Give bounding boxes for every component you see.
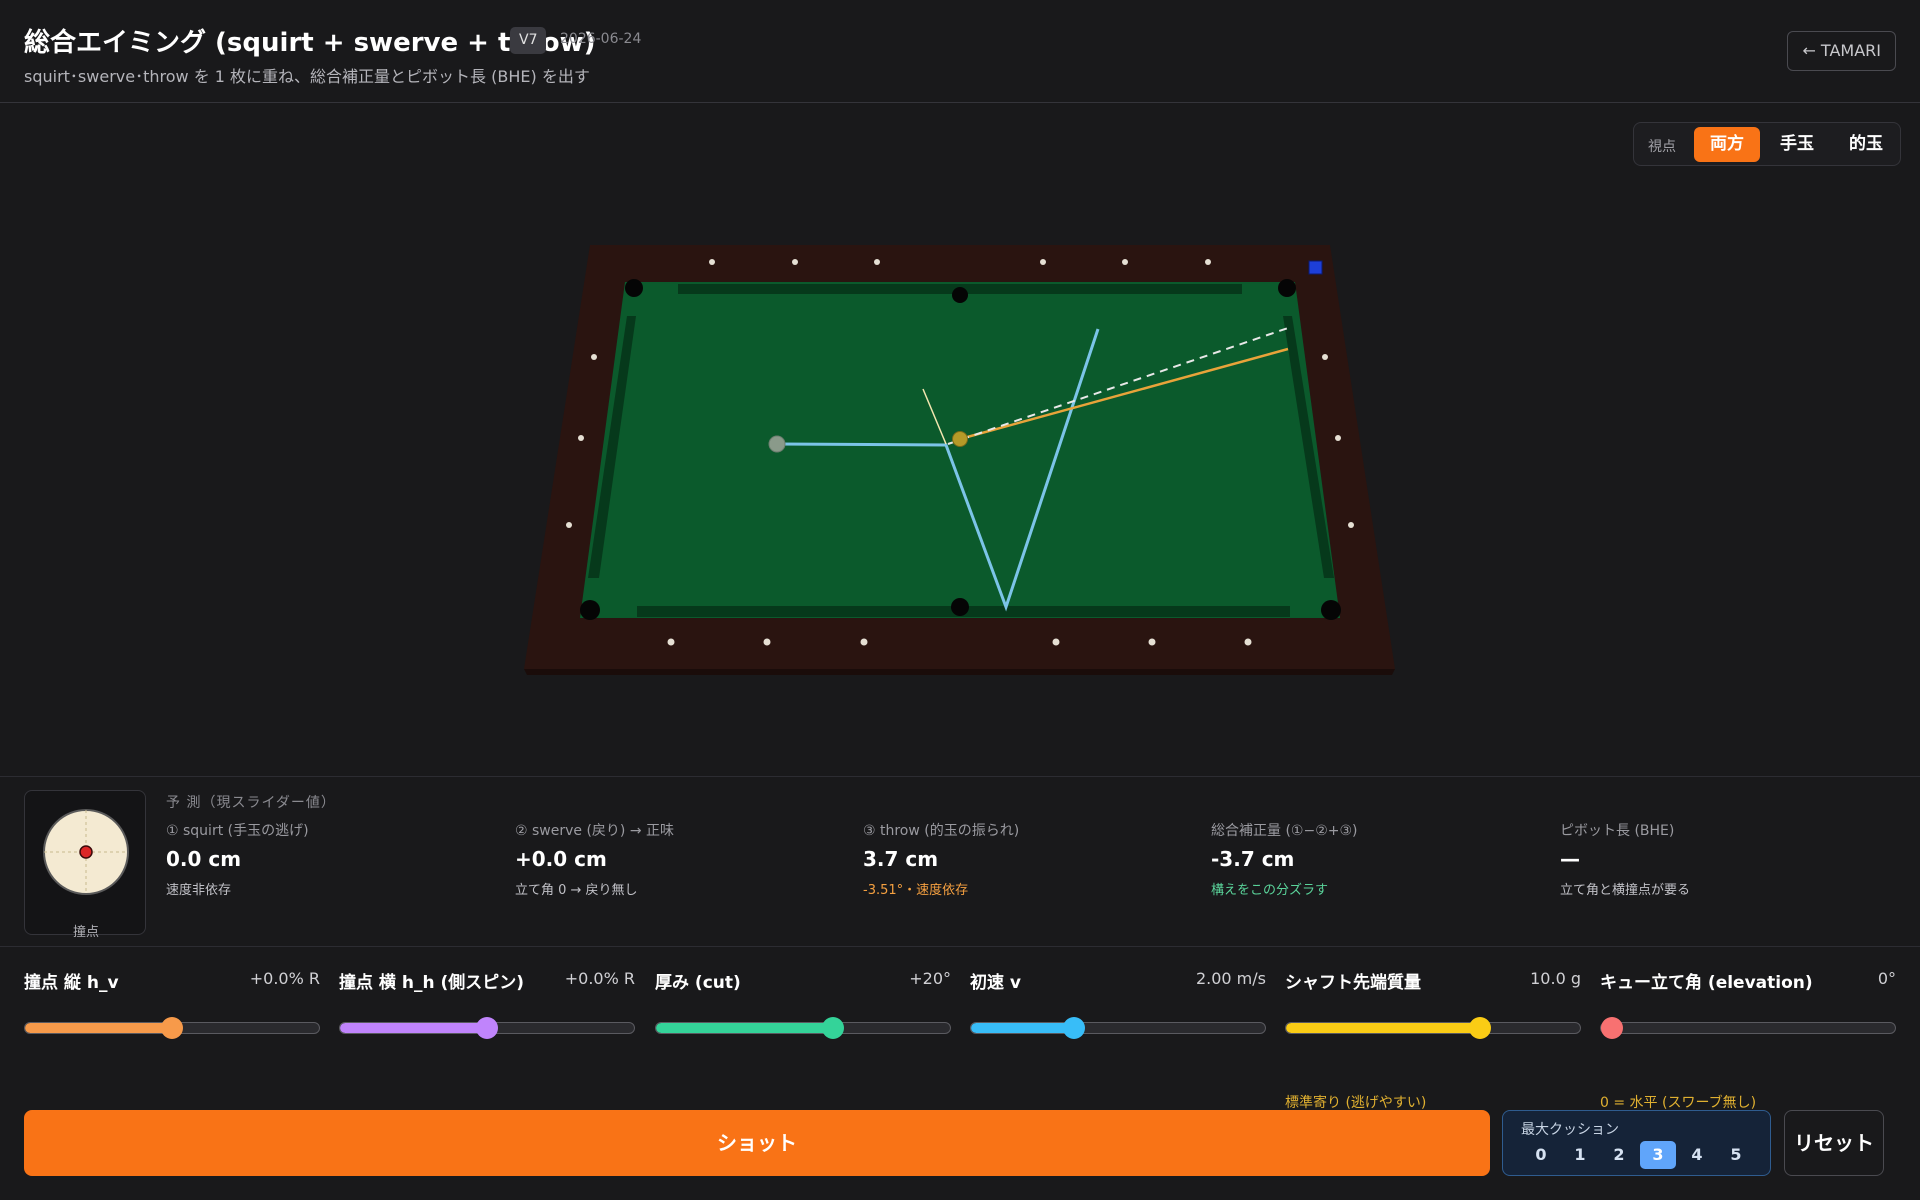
pocket-bottom-middle xyxy=(951,598,969,616)
metric-label: ③ throw (的玉の振られ) xyxy=(863,823,1020,839)
view-option-object-ball[interactable]: 的玉 xyxy=(1833,127,1899,162)
table-scene[interactable]: 視点 両方 手玉 的玉 xyxy=(0,104,1920,776)
target-pocket-marker xyxy=(1308,260,1323,275)
slider-value: +20° xyxy=(909,969,951,988)
slider-hint: 0 = 水平 (スワーブ無し) xyxy=(1600,1095,1757,1111)
slider-fill xyxy=(340,1023,488,1033)
viewpoint-label: 視点 xyxy=(1648,139,1676,155)
pool-table-canvas[interactable] xyxy=(0,104,1920,776)
metric-note: -3.51°・速度依存 xyxy=(863,883,969,898)
slider-thumb[interactable] xyxy=(1063,1017,1085,1039)
metric-note: 速度非依存 xyxy=(166,883,232,898)
cushion-option-3[interactable]: 3 xyxy=(1640,1141,1676,1169)
prediction-panel: 撞点 予 測（現スライダー値） ① squirt (手玉の逃げ) 0.0 cm … xyxy=(0,776,1920,947)
slider-name: キュー立て角 (elevation) xyxy=(1600,973,1813,993)
metric-note: 立て角と横撞点が要る xyxy=(1560,883,1691,898)
slider-name: 撞点 横 h_h (側スピン) xyxy=(339,973,524,993)
contact-point-dot xyxy=(79,845,93,859)
view-option-cue-ball[interactable]: 手玉 xyxy=(1764,127,1830,162)
slider-name: シャフト先端質量 xyxy=(1285,973,1421,993)
slider-value: 0° xyxy=(1877,969,1896,988)
slider-track[interactable] xyxy=(1285,1022,1581,1034)
slider-value: 2.00 m/s xyxy=(1195,969,1266,988)
cue-ball xyxy=(768,435,786,453)
contact-point-diagram[interactable] xyxy=(25,791,147,911)
pocket-top-left xyxy=(625,279,643,297)
cushion-option-5[interactable]: 5 xyxy=(1718,1141,1754,1169)
cushion-option-1[interactable]: 1 xyxy=(1562,1141,1598,1169)
slider-cue-elevation[interactable]: キュー立て角 (elevation) 0° 0 = 水平 (スワーブ無し) xyxy=(1600,968,1896,1111)
metric-label: ① squirt (手玉の逃げ) xyxy=(166,823,309,839)
slider-track[interactable] xyxy=(1600,1022,1896,1034)
pocket-bottom-right xyxy=(1321,600,1341,620)
back-button[interactable]: ← TAMARI xyxy=(1787,31,1896,71)
slider-fill xyxy=(1286,1023,1481,1033)
cushion-option-4[interactable]: 4 xyxy=(1679,1141,1715,1169)
contact-point-card[interactable]: 撞点 xyxy=(24,790,147,940)
slider-thumb[interactable] xyxy=(476,1017,498,1039)
object-ball xyxy=(952,431,968,447)
metric-swerve: ② swerve (戻り) → 正味 +0.0 cm 立て角 0 → 戻り無し xyxy=(515,820,855,898)
metric-label: ピボット長 (BHE) xyxy=(1560,823,1675,839)
metric-label: 総合補正量 (①−②+③) xyxy=(1211,823,1358,839)
metric-throw: ③ throw (的玉の振られ) 3.7 cm -3.51°・速度依存 xyxy=(863,820,1203,898)
pocket-bottom-left xyxy=(580,600,600,620)
slider-name: 厚み (cut) xyxy=(655,973,741,993)
contact-point-caption: 撞点 xyxy=(72,925,99,940)
page-date: 2026-06-24 xyxy=(560,31,642,47)
page-subtitle: squirt･swerve･throw を 1 枚に重ね、総合補正量とピボット長… xyxy=(24,67,590,86)
cushion-option-2[interactable]: 2 xyxy=(1601,1141,1637,1169)
metric-note: 立て角 0 → 戻り無し xyxy=(515,883,638,898)
metric-squirt: ① squirt (手玉の逃げ) 0.0 cm 速度非依存 xyxy=(166,820,506,898)
table-rail-shade xyxy=(524,669,1395,675)
slider-value: +0.0% R xyxy=(249,969,320,988)
max-cushion-label: 最大クッション xyxy=(1521,1122,1619,1138)
metric-value: 3.7 cm xyxy=(863,847,939,871)
slider-thumb[interactable] xyxy=(1469,1017,1491,1039)
viewpoint-switcher: 視点 両方 手玉 的玉 xyxy=(1633,122,1901,166)
metric-total-correction: 総合補正量 (①−②+③) -3.7 cm 構えをこの分ズラす xyxy=(1211,820,1551,898)
view-option-both[interactable]: 両方 xyxy=(1694,127,1760,162)
cushion-option-0[interactable]: 0 xyxy=(1523,1141,1559,1169)
slider-name: 初速 v xyxy=(970,973,1021,993)
slider-name: 撞点 縦 h_v xyxy=(24,973,119,993)
metric-label: ② swerve (戻り) → 正味 xyxy=(515,823,675,839)
max-cushion-selector: 最大クッション 0 1 2 3 4 5 xyxy=(1502,1110,1771,1176)
slider-side-spin[interactable]: 撞点 横 h_h (側スピン) +0.0% R xyxy=(339,968,635,1088)
slider-fill xyxy=(971,1023,1075,1033)
slider-thumb[interactable] xyxy=(822,1017,844,1039)
metric-value: +0.0 cm xyxy=(515,847,607,871)
slider-cut-angle[interactable]: 厚み (cut) +20° xyxy=(655,968,951,1088)
slider-track[interactable] xyxy=(655,1022,951,1034)
slider-value: +0.0% R xyxy=(564,969,635,988)
metric-value: -3.7 cm xyxy=(1211,847,1295,871)
slider-shaft-tip-mass[interactable]: シャフト先端質量 10.0 g 標準寄り (逃げやすい) xyxy=(1285,968,1581,1111)
reset-button[interactable]: リセット xyxy=(1784,1110,1884,1176)
version-badge: V7 xyxy=(510,27,547,54)
slider-track[interactable] xyxy=(970,1022,1266,1034)
slider-thumb[interactable] xyxy=(161,1017,183,1039)
pocket-top-middle xyxy=(952,287,968,303)
table-felt xyxy=(580,282,1340,618)
metric-note: 構えをこの分ズラす xyxy=(1211,883,1329,898)
page-header: 総合エイミング (squirt + swerve + throw) V7 202… xyxy=(0,0,1920,103)
parameter-sliders: 撞点 縦 h_v +0.0% R 撞点 横 h_h (側スピン) +0.0% R… xyxy=(0,948,1920,1111)
slider-fill xyxy=(656,1023,834,1033)
prediction-heading: 予 測（現スライダー値） xyxy=(166,795,336,811)
metric-value: — xyxy=(1560,847,1580,871)
slider-value: 10.0 g xyxy=(1530,969,1581,988)
slider-vertical-contact[interactable]: 撞点 縦 h_v +0.0% R xyxy=(24,968,320,1088)
slider-fill xyxy=(25,1023,173,1033)
slider-thumb[interactable] xyxy=(1601,1017,1623,1039)
pocket-top-right xyxy=(1278,279,1296,297)
slider-hint: 標準寄り (逃げやすい) xyxy=(1285,1095,1427,1111)
slider-initial-speed[interactable]: 初速 v 2.00 m/s xyxy=(970,968,1266,1088)
metric-value: 0.0 cm xyxy=(166,847,242,871)
shot-button[interactable]: ショット xyxy=(24,1110,1490,1176)
metric-pivot-length: ピボット長 (BHE) — 立て角と横撞点が要る xyxy=(1560,820,1900,898)
